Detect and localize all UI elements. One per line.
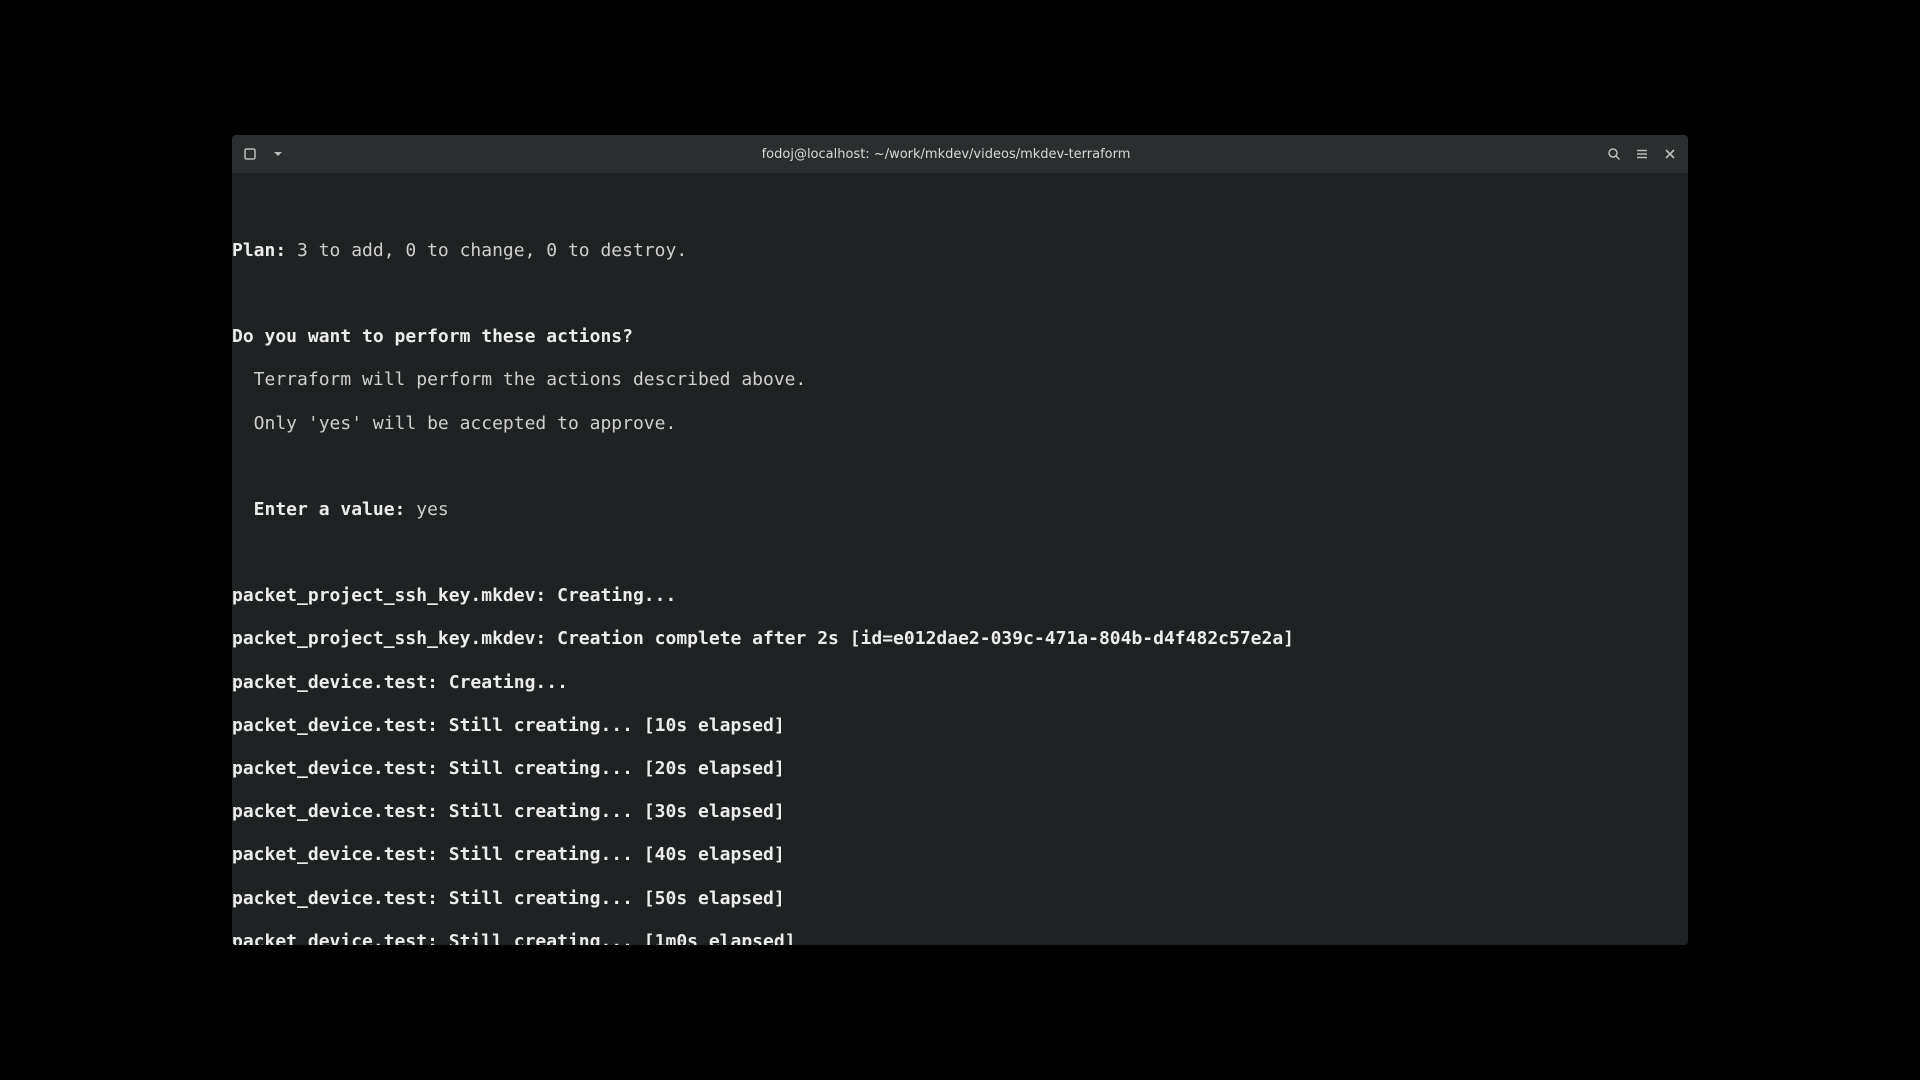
window-title: fodoj@localhost: ~/work/mkdev/videos/mkd…	[290, 147, 1602, 162]
confirm-line-2: Only 'yes' will be accepted to approve.	[232, 413, 1688, 435]
tf-output-line: packet_device.test: Still creating... [5…	[232, 888, 1688, 910]
plan-rest: 3 to add, 0 to change, 0 to destroy.	[286, 240, 687, 261]
confirm-line-1: Terraform will perform the actions descr…	[232, 369, 1688, 391]
confirm-question: Do you want to perform these actions?	[232, 326, 1688, 348]
tf-output-line: packet_device.test: Still creating... [3…	[232, 801, 1688, 823]
enter-value-label: Enter a value:	[232, 499, 405, 520]
tf-output-line: packet_device.test: Creating...	[232, 672, 1688, 694]
hamburger-menu-button[interactable]	[1630, 142, 1654, 166]
tf-output-line: packet_device.test: Still creating... [1…	[232, 931, 1688, 945]
tf-output-line: packet_project_ssh_key.mkdev: Creating..…	[232, 585, 1688, 607]
plan-prefix: Plan:	[232, 240, 286, 261]
tf-output-line: packet_device.test: Still creating... [1…	[232, 715, 1688, 737]
terminal-window: fodoj@localhost: ~/work/mkdev/videos/mkd…	[232, 135, 1688, 945]
enter-value: yes	[405, 499, 448, 520]
new-tab-button[interactable]	[238, 142, 262, 166]
tf-output-line: packet_device.test: Still creating... [4…	[232, 844, 1688, 866]
tab-dropdown-button[interactable]	[266, 142, 290, 166]
close-button[interactable]	[1658, 142, 1682, 166]
terminal-content[interactable]: Plan: 3 to add, 0 to change, 0 to destro…	[232, 173, 1688, 945]
search-button[interactable]	[1602, 142, 1626, 166]
titlebar: fodoj@localhost: ~/work/mkdev/videos/mkd…	[232, 135, 1688, 173]
tf-output-line: packet_project_ssh_key.mkdev: Creation c…	[232, 628, 1688, 650]
tf-output-line: packet_device.test: Still creating... [2…	[232, 758, 1688, 780]
